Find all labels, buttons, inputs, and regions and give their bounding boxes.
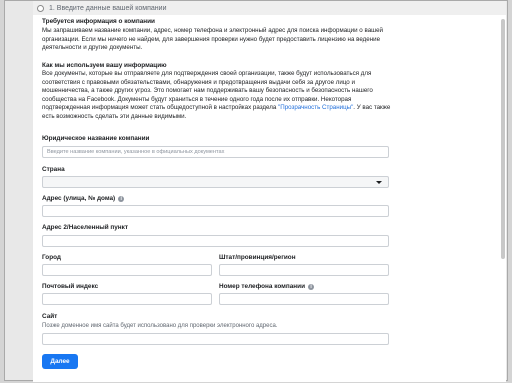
country-select[interactable] [42,176,389,188]
info-section-title: Требуется информация о компании [42,18,155,25]
page-transparency-link[interactable]: "Прозрачность Страницы" [278,104,353,111]
scrollbar[interactable] [501,19,505,259]
chevron-down-icon [376,181,382,184]
usage-section-body: Все документы, которые вы отправляете дл… [42,70,392,122]
website-label: Сайт [42,313,58,320]
radio-circle-icon [37,4,44,12]
zip-input[interactable] [42,293,212,305]
usage-section-title: Как мы используем вашу информацию [42,62,167,69]
legal-name-input[interactable] [42,146,389,158]
address1-label: Адрес (улица, № дома) i [42,195,125,202]
phone-input[interactable] [219,293,389,305]
address1-input[interactable] [42,205,389,217]
city-label: Город [42,254,61,261]
step-label: 1. Введите данные вашей компании [49,4,167,12]
website-hint: Позже доменное имя сайта будет использов… [42,323,278,329]
info-section-body: Мы запрашиваем название компании, адрес,… [42,27,383,52]
step-header[interactable]: 1. Введите данные вашей компании [33,1,506,16]
legal-name-label: Юридическое название компании [42,135,150,142]
website-input[interactable] [42,333,389,345]
country-label: Страна [42,166,65,173]
next-button[interactable]: Далее [42,354,78,369]
state-input[interactable] [219,264,389,276]
info-icon[interactable]: i [118,195,125,202]
city-input[interactable] [42,264,212,276]
info-icon[interactable]: i [308,283,315,290]
zip-label: Почтовый индекс [42,283,99,290]
address2-label: Адрес 2/Населенный пункт [42,224,128,231]
state-label: Штат/провинция/регион [219,254,296,261]
address2-input[interactable] [42,235,389,247]
phone-label: Номер телефона компании i [219,283,315,290]
